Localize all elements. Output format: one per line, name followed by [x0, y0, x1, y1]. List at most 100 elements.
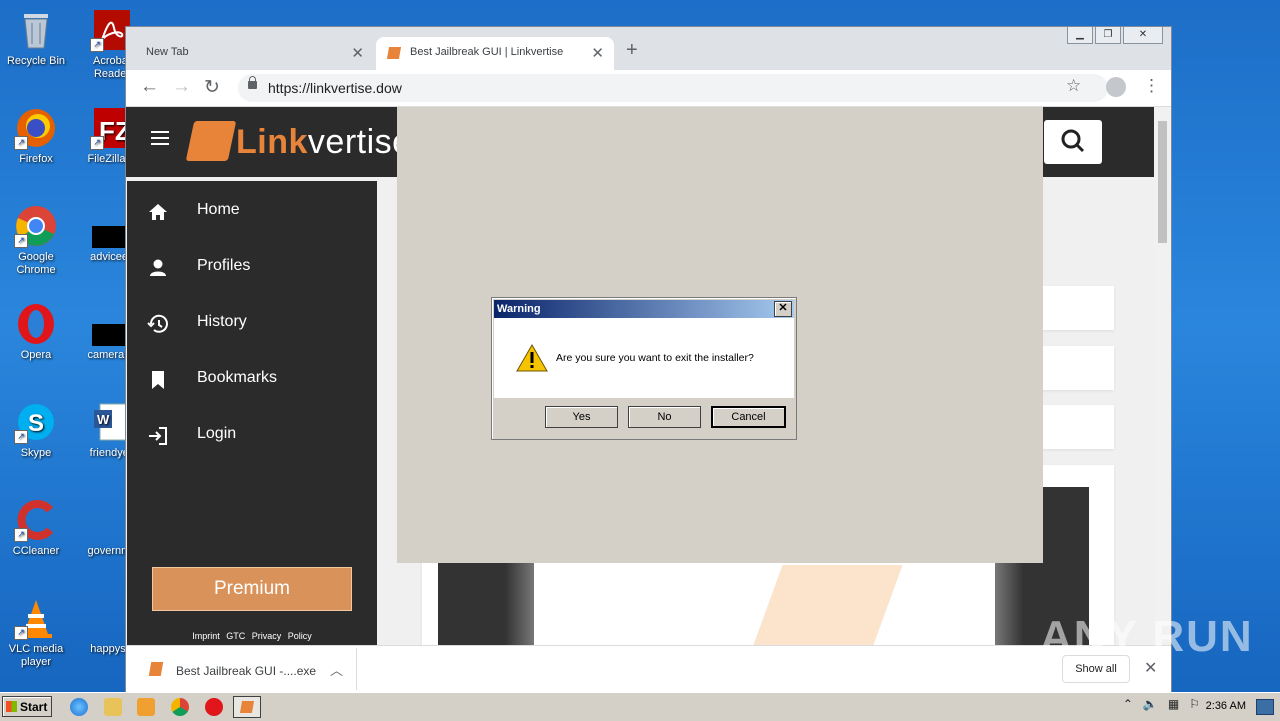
anyrun-watermark: ANY RUN: [1040, 612, 1254, 661]
search-icon: [1061, 129, 1085, 153]
start-button[interactable]: Start: [2, 696, 52, 717]
linkvertise-logo-icon: [185, 121, 237, 161]
skype-icon: S ↗: [14, 400, 58, 444]
vlc-cone-icon: ↗: [14, 596, 58, 640]
address-bar[interactable]: https://linkvertise.dow: [238, 74, 1108, 102]
warning-dialog: Warning ✕ Are you sure you want to exit …: [491, 297, 797, 440]
exe-file-icon: [148, 662, 164, 676]
address-text: https://linkvertise.dow: [268, 80, 402, 96]
dialog-title: Warning: [497, 303, 541, 315]
home-icon: [149, 204, 167, 220]
bookmark-icon: [152, 371, 164, 389]
chevron-up-icon[interactable]: ︿: [330, 660, 343, 679]
person-icon: [150, 259, 166, 276]
gtc-link[interactable]: GTC: [226, 631, 245, 641]
footer-links: Imprint GTC Privacy Policy: [127, 631, 377, 641]
desktop-icon-vlc[interactable]: ↗ VLC media player: [0, 596, 72, 669]
bookmark-star-icon[interactable]: ☆: [1066, 76, 1081, 96]
sidebar-item-home[interactable]: Home: [127, 191, 377, 231]
history-icon: [147, 314, 168, 333]
dialog-message: Are you sure you want to exit the instal…: [556, 352, 754, 364]
opera-taskbar-icon[interactable]: [205, 698, 223, 716]
desktop-icon-ccleaner[interactable]: ↗ CCleaner: [0, 498, 72, 558]
taskbar-clock[interactable]: 2:36 AM: [1206, 700, 1246, 712]
tray-expand-icon[interactable]: ⌃: [1123, 697, 1133, 711]
download-shelf: Best Jailbreak GUI -....exe ︿ Show all ✕: [126, 645, 1171, 692]
dialog-close-icon[interactable]: ✕: [774, 301, 792, 317]
windows-logo-icon: [6, 701, 17, 712]
shortcut-arrow-icon: ↗: [14, 234, 28, 248]
shortcut-arrow-icon: ↗: [14, 136, 28, 150]
opera-icon: [14, 302, 58, 346]
site-sidebar: Home Profiles History Bookmarks Login Pr…: [127, 181, 377, 645]
linkvertise-favicon-icon: [386, 47, 402, 59]
shortcut-arrow-icon: ↗: [90, 136, 104, 150]
desktop-icon-chrome[interactable]: ↗ Google Chrome: [0, 204, 72, 277]
no-button[interactable]: No: [628, 406, 701, 428]
volume-icon[interactable]: 🔈: [1143, 697, 1158, 711]
maximize-icon[interactable]: ❐: [1095, 27, 1121, 44]
tab-linkvertise[interactable]: Best Jailbreak GUI | Linkvertise ✕: [376, 37, 614, 70]
banner-graphic: [753, 565, 903, 645]
media-player-icon[interactable]: [137, 698, 155, 716]
sidebar-item-profiles[interactable]: Profiles: [127, 247, 377, 287]
tab-close-icon[interactable]: ✕: [351, 44, 364, 62]
shortcut-arrow-icon: ↗: [14, 528, 28, 542]
browser-toolbar: ← → ↻ https://linkvertise.dow ☆ ⋮: [126, 70, 1171, 107]
desktop-icon-opera[interactable]: Opera: [0, 302, 72, 362]
cancel-button[interactable]: Cancel: [711, 406, 786, 428]
sidebar-item-login[interactable]: Login: [127, 415, 377, 455]
login-icon: [149, 427, 167, 445]
tab-title: Best Jailbreak GUI | Linkvertise: [410, 46, 564, 58]
menu-kebab-icon[interactable]: ⋮: [1143, 76, 1160, 96]
download-file-name: Best Jailbreak GUI -....exe: [176, 664, 317, 678]
warning-triangle-icon: [516, 344, 548, 372]
internet-explorer-icon[interactable]: [70, 698, 88, 716]
download-item[interactable]: Best Jailbreak GUI -....exe ︿: [134, 648, 357, 690]
shortcut-arrow-icon: ↗: [90, 38, 104, 52]
lock-icon: [248, 76, 257, 89]
system-tray: ⌃ 🔈 ▦ ⚐: [1123, 697, 1200, 711]
page-scrollbar[interactable]: [1154, 107, 1171, 645]
dialog-body: Are you sure you want to exit the instal…: [494, 318, 794, 398]
privacy-policy-link[interactable]: Privacy Policy: [252, 631, 312, 641]
tab-title: New Tab: [146, 46, 189, 58]
desktop-icon-firefox[interactable]: ↗ Firefox: [0, 106, 72, 166]
action-center-flag-icon[interactable]: ⚐: [1189, 697, 1200, 711]
site-logo[interactable]: Linkvertise: [236, 123, 412, 162]
scrollbar-thumb[interactable]: [1158, 121, 1167, 243]
show-desktop-icon[interactable]: [1256, 699, 1274, 715]
forward-arrow-icon[interactable]: →: [172, 76, 191, 98]
shortcut-arrow-icon: ↗: [14, 430, 28, 444]
new-tab-plus-icon[interactable]: +: [626, 39, 638, 62]
desktop-icon-skype[interactable]: S ↗ Skype: [0, 400, 72, 460]
desktop-icon-recycle-bin[interactable]: Recycle Bin: [0, 8, 72, 68]
dialog-title-bar: Warning ✕: [494, 300, 794, 318]
minimize-icon[interactable]: ▁: [1067, 27, 1093, 44]
site-search-button[interactable]: [1044, 120, 1102, 164]
imprint-link[interactable]: Imprint: [192, 631, 220, 641]
tab-strip: New Tab ✕ Best Jailbreak GUI | Linkverti…: [126, 27, 1171, 70]
sidebar-item-history[interactable]: History: [127, 303, 377, 343]
installer-taskbar-button[interactable]: [233, 696, 261, 718]
firefox-icon: ↗: [14, 106, 58, 150]
tab-new-tab[interactable]: New Tab ✕: [126, 37, 374, 70]
sidebar-item-bookmarks[interactable]: Bookmarks: [127, 359, 377, 399]
tab-close-icon[interactable]: ✕: [591, 44, 604, 62]
ccleaner-icon: ↗: [14, 498, 58, 542]
taskbar: Start ⌃ 🔈 ▦ ⚐ 2:36 AM: [0, 692, 1280, 721]
back-arrow-icon[interactable]: ←: [140, 76, 159, 98]
svg-text:S: S: [28, 410, 44, 437]
network-icon[interactable]: ▦: [1168, 697, 1179, 711]
window-close-icon[interactable]: ✕: [1123, 27, 1163, 44]
yes-button[interactable]: Yes: [545, 406, 618, 428]
chrome-icon: ↗: [14, 204, 58, 248]
premium-button[interactable]: Premium: [152, 567, 352, 611]
chrome-taskbar-icon[interactable]: [171, 698, 189, 716]
reload-icon[interactable]: ↻: [204, 76, 220, 99]
recycle-bin-icon: [14, 8, 58, 52]
window-controls: ▁ ❐ ✕: [1067, 27, 1163, 44]
file-explorer-icon[interactable]: [104, 698, 122, 716]
profile-avatar-icon[interactable]: [1106, 77, 1126, 97]
hamburger-menu-icon[interactable]: [151, 131, 169, 149]
